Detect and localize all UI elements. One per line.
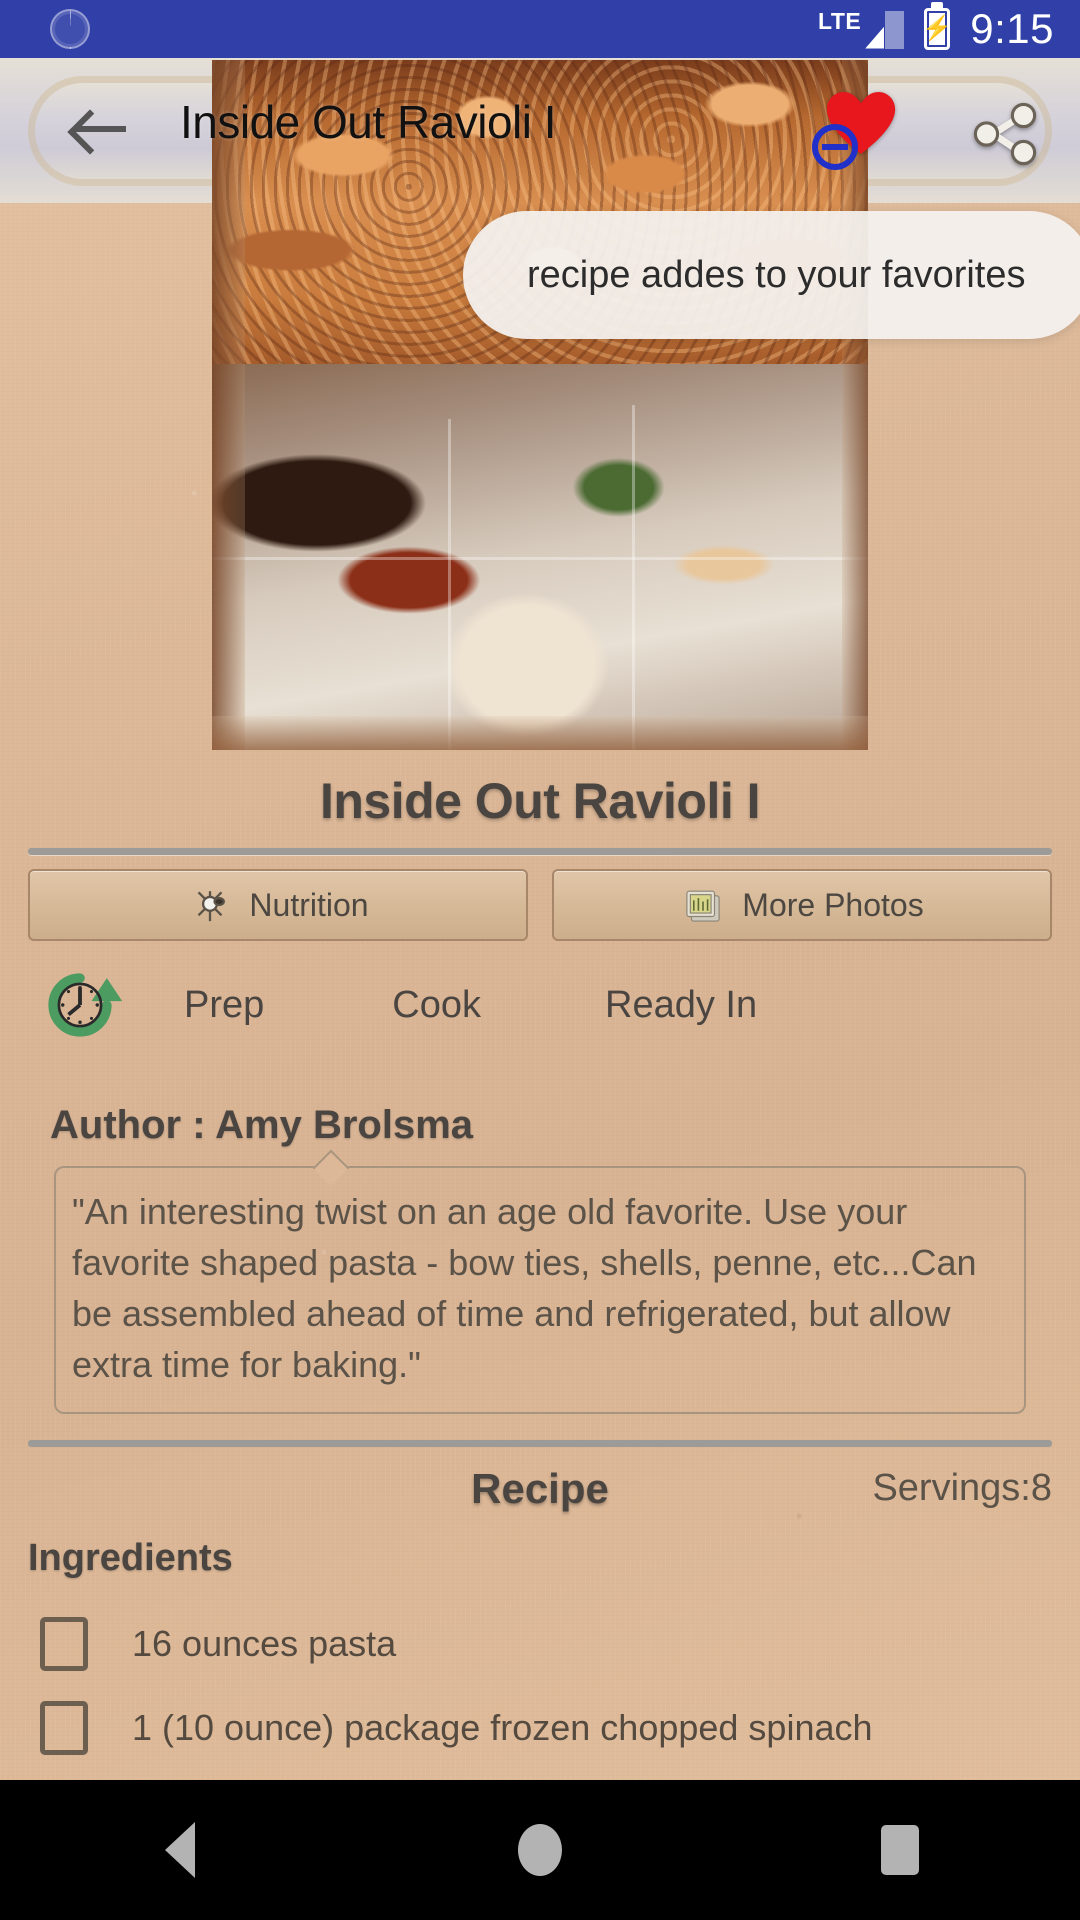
app-wheel-icon	[50, 9, 90, 49]
share-button[interactable]	[950, 84, 1060, 184]
ingredient-label: 16 ounces pasta	[132, 1623, 397, 1665]
signal-bars-icon	[864, 10, 905, 49]
cook-label: Cook	[392, 983, 481, 1026]
nav-recents-button[interactable]	[810, 1780, 990, 1920]
minus-circle-icon	[812, 124, 858, 170]
recipe-hero-image[interactable]	[212, 60, 868, 750]
battery-charging-icon: ⚡	[922, 8, 952, 50]
android-navigation-bar	[0, 1780, 1080, 1920]
lte-label: LTE	[818, 7, 862, 34]
ready-in-label: Ready In	[605, 983, 758, 1026]
nav-back-icon	[165, 1822, 195, 1878]
ingredient-row[interactable]: 1 (10 ounce) package frozen chopped spin…	[0, 1686, 1080, 1770]
nav-home-icon	[518, 1824, 562, 1876]
toast-message: recipe addes to your favorites	[527, 253, 1026, 296]
nutrition-button[interactable]: Nutrition	[28, 869, 528, 941]
food-photo	[212, 60, 868, 750]
prep-label: Prep	[184, 983, 265, 1026]
more-photos-button[interactable]: More Photos	[552, 869, 1052, 941]
servings-value: Servings:8	[872, 1467, 1052, 1510]
utensils-icon	[187, 882, 233, 928]
time-labels: Prep Cook Ready In	[132, 984, 1052, 1027]
photos-stack-icon	[680, 882, 726, 928]
toast-notification: recipe addes to your favorites	[463, 211, 1080, 339]
time-row: Prep Cook Ready In	[0, 941, 1080, 1051]
arrow-left-icon	[70, 108, 126, 148]
more-photos-button-label: More Photos	[742, 886, 924, 923]
status-bar-right: LTE ⚡ 9:15	[818, 8, 1080, 50]
recipe-content: Inside Out Ravioli I Nutrition More Phot…	[0, 750, 1080, 1920]
ingredient-label: 1 (10 ounce) package frozen chopped spin…	[132, 1707, 873, 1749]
ingredients-heading: Ingredients	[28, 1537, 233, 1580]
clock-refresh-icon	[28, 959, 132, 1051]
favorite-button[interactable]	[808, 86, 928, 178]
nav-home-button[interactable]	[450, 1780, 630, 1920]
ingredient-row[interactable]: 16 ounces pasta	[0, 1602, 1080, 1686]
page-title: Inside Out Ravioli I	[319, 773, 761, 829]
divider-top	[28, 848, 1052, 855]
author-line: Author : Amy Brolsma	[50, 1103, 474, 1147]
description-box: "An interesting twist on an age old favo…	[54, 1166, 1026, 1415]
status-bar: LTE ⚡ 9:15	[0, 0, 1080, 58]
divider-recipe	[28, 1440, 1052, 1448]
description-text: "An interesting twist on an age old favo…	[72, 1191, 977, 1386]
signal-group: LTE	[818, 7, 905, 49]
status-bar-clock: 9:15	[970, 5, 1054, 52]
ingredient-checkbox[interactable]	[40, 1617, 88, 1672]
back-button[interactable]	[45, 78, 150, 178]
status-bar-left	[0, 9, 90, 49]
action-button-row: Nutrition More Photos	[0, 855, 1080, 941]
ingredient-checkbox[interactable]	[40, 1701, 88, 1756]
nav-back-button[interactable]	[90, 1780, 270, 1920]
nav-recents-icon	[881, 1825, 919, 1875]
recipe-header: Recipe Servings:8	[0, 1457, 1080, 1533]
nutrition-button-label: Nutrition	[249, 886, 369, 923]
app-bar-title: Inside Out Ravioli I	[180, 96, 557, 148]
share-icon	[973, 102, 1037, 166]
phone-screen: LTE ⚡ 9:15 Inside Out Ravioli I recipe a…	[0, 0, 1080, 1920]
